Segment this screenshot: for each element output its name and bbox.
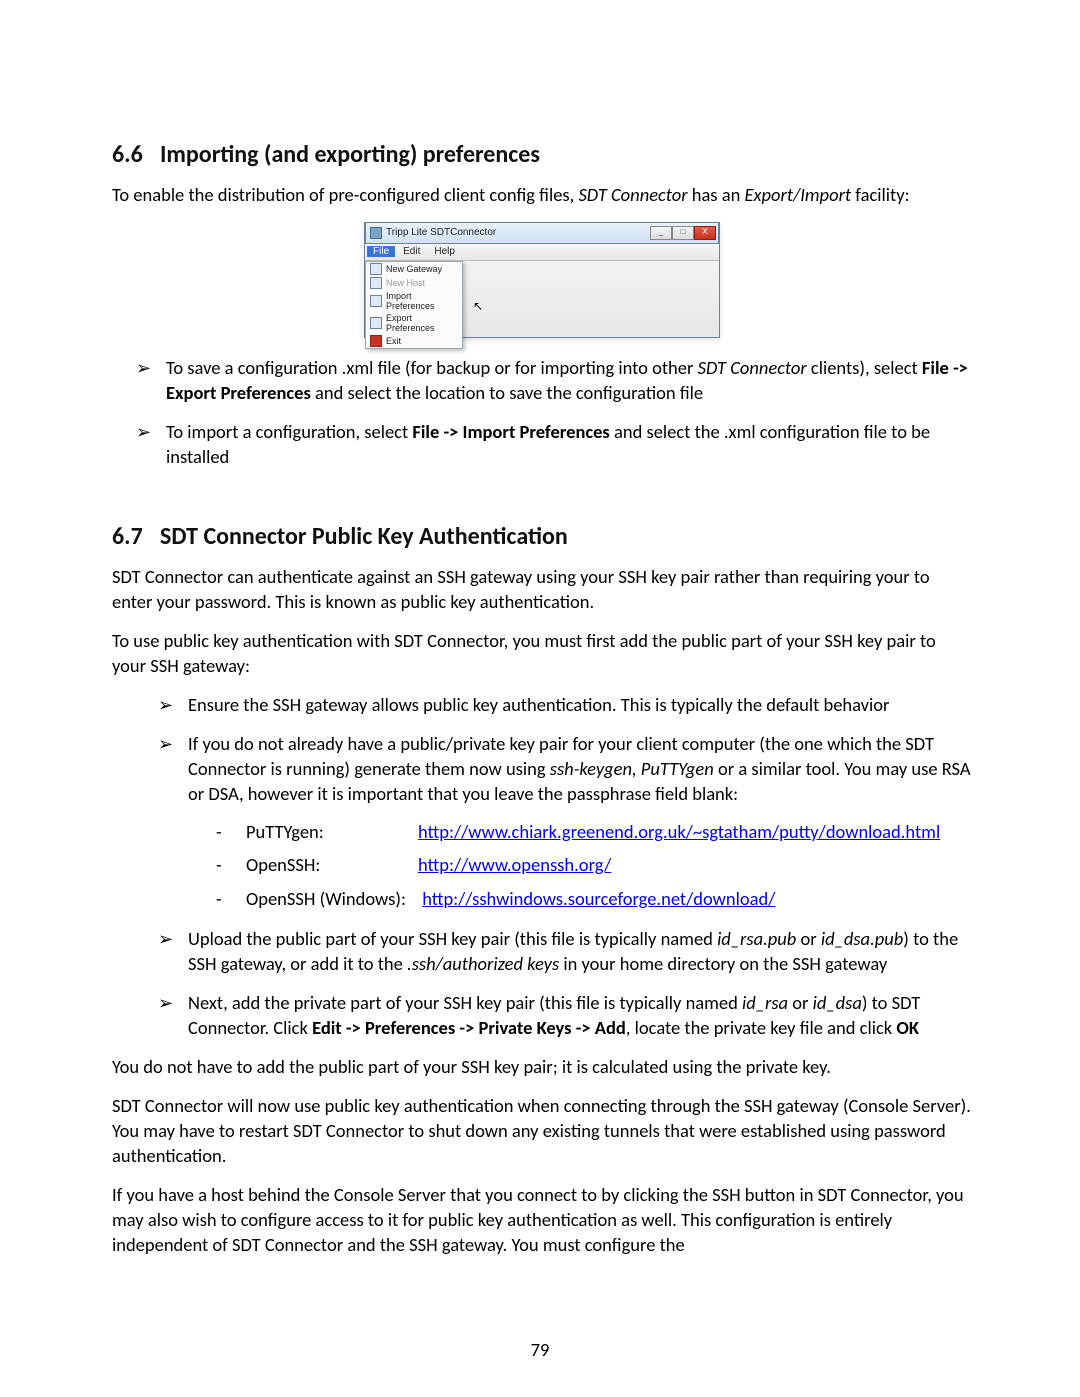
text-italic: id_rsa.pub <box>717 927 796 950</box>
host-icon <box>370 277 382 289</box>
menu-file[interactable]: File <box>367 246 395 257</box>
window-titlebar: Tripp Lite SDTConnector _ □ X <box>365 222 719 244</box>
menu-item-label: Import Preferences <box>386 291 458 311</box>
heading-number: 6.6 <box>112 140 160 169</box>
heading-6-6: 6.6Importing (and exporting) preferences <box>112 140 972 169</box>
gateway-icon <box>370 263 382 275</box>
menu-item-import-preferences[interactable]: Import Preferences <box>366 290 462 312</box>
bullet-allow-pubkey: Ensure the SSH gateway allows public key… <box>164 693 972 718</box>
text-italic: ssh-keygen, PuTTYgen <box>550 757 714 780</box>
text-italic: SDT Connector <box>698 356 807 379</box>
app-icon <box>370 227 382 239</box>
link-openssh[interactable]: http://www.openssh.org/ <box>418 853 611 876</box>
menu-item-label: New Host <box>386 278 425 288</box>
text-italic: id_dsa <box>813 991 862 1014</box>
text: To import a configuration, select <box>166 420 412 443</box>
window-title: Tripp Lite SDTConnector <box>386 227 646 238</box>
window-client-area: New Gateway New Host Import Preferences … <box>365 261 719 337</box>
import-icon <box>370 295 382 307</box>
link-row-openssh: OpenSSH:http://www.openssh.org/ <box>216 850 972 880</box>
heading-title: SDT Connector Public Key Authentication <box>160 522 568 551</box>
file-menu-dropdown: New Gateway New Host Import Preferences … <box>365 261 463 349</box>
bullet-upload-public: Upload the public part of your SSH key p… <box>164 927 972 977</box>
text-italic: SDT Connector <box>578 183 687 206</box>
exit-icon <box>370 335 382 347</box>
bullet-import: To import a configuration, select File -… <box>142 420 972 470</box>
text-bold: Edit -> Preferences -> Private Keys -> A… <box>312 1016 626 1039</box>
page-number: 79 <box>0 1338 1080 1361</box>
text: clients), select <box>807 356 922 379</box>
menu-item-new-host: New Host <box>366 276 462 290</box>
text-bold: OK <box>896 1016 919 1039</box>
text-italic: id_rsa <box>742 991 788 1014</box>
link-openssh-windows[interactable]: http://sshwindows.sourceforge.net/downlo… <box>422 887 775 910</box>
text: in your home directory on the SSH gatewa… <box>559 952 887 975</box>
link-label: OpenSSH: <box>246 850 418 880</box>
heading-6-7: 6.7SDT Connector Public Key Authenticati… <box>112 522 972 551</box>
heading-number: 6.7 <box>112 522 160 551</box>
link-row-puttygen: PuTTYgen:http://www.chiark.greenend.org.… <box>216 817 972 847</box>
bullet-add-private: Next, add the private part of your SSH k… <box>164 991 972 1041</box>
link-label: PuTTYgen: <box>246 817 418 847</box>
app-window: Tripp Lite SDTConnector _ □ X File Edit … <box>364 222 720 338</box>
heading-title: Importing (and exporting) preferences <box>160 140 540 169</box>
text: has an <box>688 183 745 206</box>
paragraph-6-7-1: SDT Connector can authenticate against a… <box>112 565 972 615</box>
text-italic: Export/Import <box>745 183 852 206</box>
bullet-export: To save a configuration .xml file (for b… <box>142 356 972 406</box>
text: and select the location to save the conf… <box>311 381 703 404</box>
link-label: OpenSSH (Windows): <box>246 884 418 914</box>
bullet-generate-keypair: If you do not already have a public/priv… <box>164 732 972 914</box>
text: To enable the distribution of pre-config… <box>112 183 578 206</box>
text-bold: File -> Import Preferences <box>412 420 609 443</box>
link-puttygen[interactable]: http://www.chiark.greenend.org.uk/~sgtat… <box>418 820 940 843</box>
minimize-button[interactable]: _ <box>650 226 672 240</box>
tool-links: PuTTYgen:http://www.chiark.greenend.org.… <box>188 817 972 914</box>
text: Upload the public part of your SSH key p… <box>188 927 717 950</box>
menubar: File Edit Help <box>365 244 719 261</box>
text-italic: .ssh/authorized keys <box>407 952 559 975</box>
menu-edit[interactable]: Edit <box>397 246 426 257</box>
window-controls: _ □ X <box>650 226 716 240</box>
text: or <box>788 991 813 1014</box>
maximize-button[interactable]: □ <box>672 226 694 240</box>
figure-sdtconnector-window: Tripp Lite SDTConnector _ □ X File Edit … <box>364 222 720 338</box>
text: or <box>796 927 821 950</box>
text: , locate the private key file and click <box>626 1016 897 1039</box>
text-italic: id_dsa.pub <box>821 927 903 950</box>
menu-item-new-gateway[interactable]: New Gateway <box>366 262 462 276</box>
menu-item-exit[interactable]: Exit <box>366 334 462 348</box>
export-icon <box>370 317 382 329</box>
menu-item-label: Exit <box>386 336 401 346</box>
menu-help[interactable]: Help <box>428 246 461 257</box>
text: To save a configuration .xml file (for b… <box>166 356 698 379</box>
bullets-6-6: To save a configuration .xml file (for b… <box>112 356 972 470</box>
menu-item-export-preferences[interactable]: Export Preferences <box>366 312 462 334</box>
menu-item-label: Export Preferences <box>386 313 458 333</box>
document-page: 6.6Importing (and exporting) preferences… <box>0 0 1080 1397</box>
paragraph-post-3: If you have a host behind the Console Se… <box>112 1183 972 1258</box>
paragraph-post-2: SDT Connector will now use public key au… <box>112 1094 972 1169</box>
text: facility: <box>851 183 909 206</box>
text: Next, add the private part of your SSH k… <box>188 991 742 1014</box>
link-row-openssh-windows: OpenSSH (Windows): http://sshwindows.sou… <box>216 884 972 914</box>
bullets-6-7: Ensure the SSH gateway allows public key… <box>112 693 972 1042</box>
intro-paragraph-6-6: To enable the distribution of pre-config… <box>112 183 972 208</box>
paragraph-6-7-2: To use public key authentication with SD… <box>112 629 972 679</box>
menu-item-label: New Gateway <box>386 264 442 274</box>
close-button[interactable]: X <box>694 226 716 240</box>
cursor-icon: ↖ <box>473 299 483 313</box>
paragraph-post-1: You do not have to add the public part o… <box>112 1055 972 1080</box>
